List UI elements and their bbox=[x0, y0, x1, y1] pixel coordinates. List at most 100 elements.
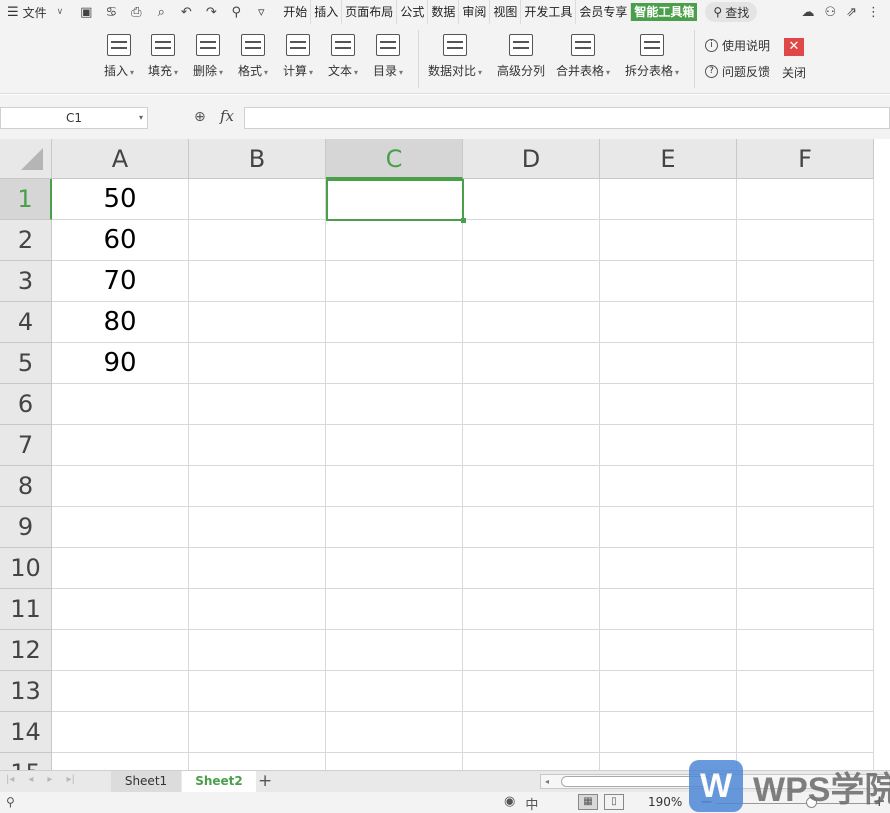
delete-button[interactable]: 删除 ▾ bbox=[193, 34, 223, 79]
row-header-4[interactable]: 4 bbox=[0, 302, 52, 343]
row-header-15[interactable]: 15 bbox=[0, 753, 52, 770]
row-header-10[interactable]: 10 bbox=[0, 548, 52, 589]
row-header-1[interactable]: 1 bbox=[0, 179, 52, 220]
cell-f8[interactable] bbox=[737, 466, 874, 507]
cell-a6[interactable] bbox=[52, 384, 189, 425]
row-header-7[interactable]: 7 bbox=[0, 425, 52, 466]
insert-button[interactable]: 插入 ▾ bbox=[104, 34, 134, 79]
first-sheet-icon[interactable]: |◂ bbox=[6, 774, 14, 785]
row-header-8[interactable]: 8 bbox=[0, 466, 52, 507]
eye-protection-icon[interactable]: ◉ bbox=[504, 794, 515, 813]
cell-e5[interactable] bbox=[600, 343, 737, 384]
cell-e2[interactable] bbox=[600, 220, 737, 261]
split-column-button[interactable]: 高级分列 bbox=[497, 34, 545, 79]
cell-c15[interactable] bbox=[326, 753, 463, 770]
cell-e10[interactable] bbox=[600, 548, 737, 589]
cell-f5[interactable] bbox=[737, 343, 874, 384]
row-header-2[interactable]: 2 bbox=[0, 220, 52, 261]
cell-a5[interactable]: 90 bbox=[52, 343, 189, 384]
fx-icon[interactable]: fx bbox=[220, 107, 234, 125]
column-header-b[interactable]: B bbox=[189, 139, 326, 179]
page-layout-view-button[interactable]: ▯ bbox=[604, 794, 624, 810]
next-sheet-icon[interactable]: ▸ bbox=[47, 774, 52, 785]
cell-e9[interactable] bbox=[600, 507, 737, 548]
file-menu[interactable]: ☰ 文件 ∨ bbox=[0, 0, 63, 24]
tab-review[interactable]: 审阅 bbox=[458, 0, 489, 24]
cell-f7[interactable] bbox=[737, 425, 874, 466]
dropdown-arrow-icon[interactable]: ▾ bbox=[139, 108, 143, 128]
cell-c5[interactable] bbox=[326, 343, 463, 384]
cell-c4[interactable] bbox=[326, 302, 463, 343]
calculate-button[interactable]: 计算 ▾ bbox=[283, 34, 313, 79]
cell-c6[interactable] bbox=[326, 384, 463, 425]
cell-d2[interactable] bbox=[463, 220, 600, 261]
active-cell-border[interactable] bbox=[326, 179, 466, 223]
redo-icon[interactable]: ↷ bbox=[202, 5, 220, 20]
tab-smart-toolbox[interactable]: 智能工具箱 bbox=[630, 3, 698, 21]
select-all-corner[interactable] bbox=[0, 139, 52, 179]
text-button[interactable]: 文本 ▾ bbox=[328, 34, 358, 79]
cell-a7[interactable] bbox=[52, 425, 189, 466]
row-header-12[interactable]: 12 bbox=[0, 630, 52, 671]
find-icon[interactable]: ⚲ bbox=[227, 5, 245, 20]
merge-table-button[interactable]: 合并表格 ▾ bbox=[556, 34, 610, 79]
cell-c11[interactable] bbox=[326, 589, 463, 630]
cell-d5[interactable] bbox=[463, 343, 600, 384]
cell-d14[interactable] bbox=[463, 712, 600, 753]
cell-b14[interactable] bbox=[189, 712, 326, 753]
scroll-left-icon[interactable]: ◂ bbox=[545, 775, 549, 789]
cell-d11[interactable] bbox=[463, 589, 600, 630]
cell-c3[interactable] bbox=[326, 261, 463, 302]
cell-a11[interactable] bbox=[52, 589, 189, 630]
tab-insert[interactable]: 插入 bbox=[310, 0, 341, 24]
cell-c7[interactable] bbox=[326, 425, 463, 466]
cell-d13[interactable] bbox=[463, 671, 600, 712]
format-button[interactable]: 格式 ▾ bbox=[238, 34, 268, 79]
cell-a4[interactable]: 80 bbox=[52, 302, 189, 343]
cell-d10[interactable] bbox=[463, 548, 600, 589]
column-header-f[interactable]: F bbox=[737, 139, 874, 179]
format-painter-icon[interactable]: ♋ bbox=[102, 5, 120, 20]
name-box[interactable]: C1 ▾ bbox=[0, 107, 148, 129]
share-icon[interactable]: ⇗ bbox=[846, 5, 857, 20]
cell-f10[interactable] bbox=[737, 548, 874, 589]
cell-f6[interactable] bbox=[737, 384, 874, 425]
cell-d4[interactable] bbox=[463, 302, 600, 343]
cell-e1[interactable] bbox=[600, 179, 737, 220]
cell-d15[interactable] bbox=[463, 753, 600, 770]
cell-a3[interactable]: 70 bbox=[52, 261, 189, 302]
cell-c9[interactable] bbox=[326, 507, 463, 548]
column-header-d[interactable]: D bbox=[463, 139, 600, 179]
print-icon[interactable]: ⎙ bbox=[127, 5, 145, 20]
cloud-sync-icon[interactable]: ☁ bbox=[801, 5, 814, 20]
cell-d9[interactable] bbox=[463, 507, 600, 548]
feedback-button[interactable]: ? 问题反馈 bbox=[705, 63, 770, 80]
cell-b3[interactable] bbox=[189, 261, 326, 302]
cell-e12[interactable] bbox=[600, 630, 737, 671]
cell-a15[interactable] bbox=[52, 753, 189, 770]
cell-b5[interactable] bbox=[189, 343, 326, 384]
cell-b8[interactable] bbox=[189, 466, 326, 507]
tab-home[interactable]: 开始 bbox=[280, 0, 310, 24]
row-header-5[interactable]: 5 bbox=[0, 343, 52, 384]
cell-a1[interactable]: 50 bbox=[52, 179, 189, 220]
cell-c8[interactable] bbox=[326, 466, 463, 507]
cell-b2[interactable] bbox=[189, 220, 326, 261]
cell-b1[interactable] bbox=[189, 179, 326, 220]
cell-b4[interactable] bbox=[189, 302, 326, 343]
cell-a10[interactable] bbox=[52, 548, 189, 589]
row-header-9[interactable]: 9 bbox=[0, 507, 52, 548]
customize-toolbar-icon[interactable]: ▿ bbox=[252, 5, 270, 20]
share-user-icon[interactable]: ⚇ bbox=[824, 5, 836, 20]
fill-handle[interactable] bbox=[461, 218, 466, 223]
cell-b12[interactable] bbox=[189, 630, 326, 671]
cell-b6[interactable] bbox=[189, 384, 326, 425]
close-toolbox-button[interactable]: ✕ bbox=[784, 38, 804, 56]
row-header-11[interactable]: 11 bbox=[0, 589, 52, 630]
tab-page-layout[interactable]: 页面布局 bbox=[341, 0, 396, 24]
cell-f12[interactable] bbox=[737, 630, 874, 671]
row-header-3[interactable]: 3 bbox=[0, 261, 52, 302]
split-table-button[interactable]: 拆分表格 ▾ bbox=[625, 34, 679, 79]
cell-e11[interactable] bbox=[600, 589, 737, 630]
cell-a12[interactable] bbox=[52, 630, 189, 671]
